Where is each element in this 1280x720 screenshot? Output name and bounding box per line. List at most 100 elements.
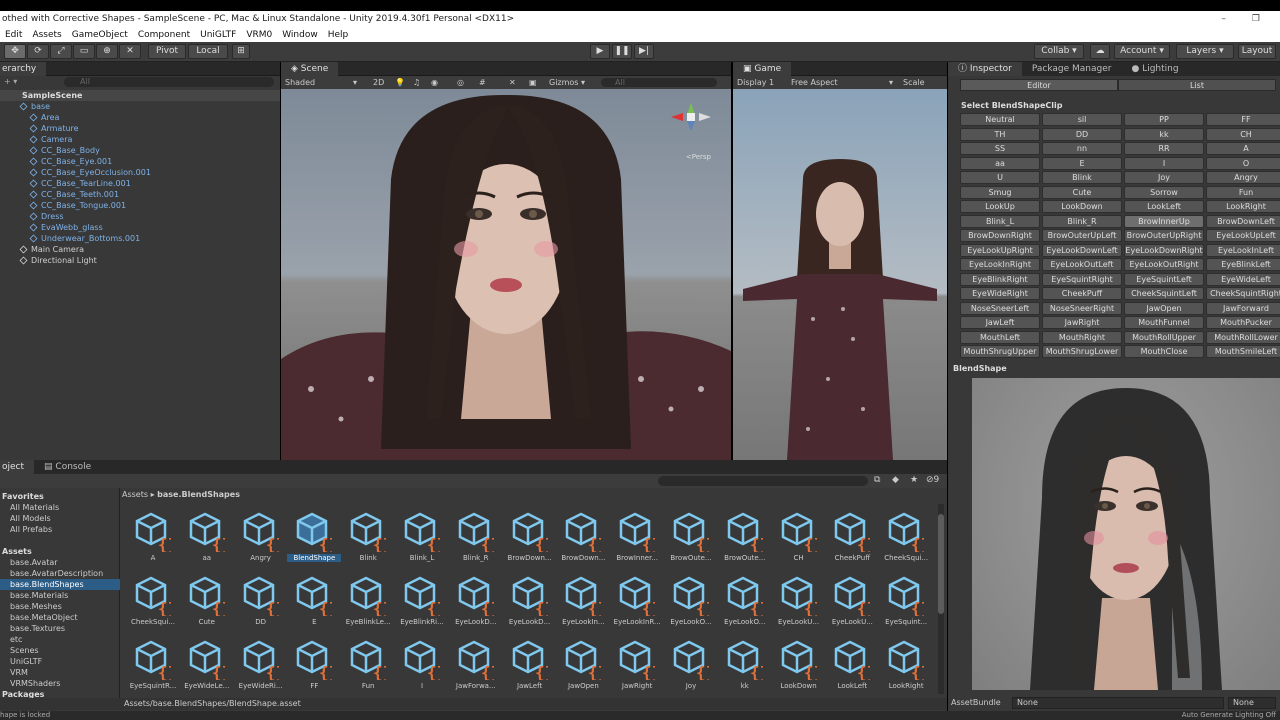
asset-item[interactable]: {} Blink_R — [449, 508, 503, 572]
asset-item[interactable]: {} JawRight — [610, 636, 664, 700]
layout-dropdown[interactable]: Layout — [1238, 44, 1276, 59]
restore-icon[interactable]: ❐ — [1252, 11, 1260, 28]
hierarchy-item[interactable]: Underwear_Bottoms.001 — [0, 233, 140, 244]
editor-mode-button[interactable]: Editor — [960, 79, 1118, 91]
asset-item[interactable]: {} EyeSquintR... — [126, 636, 180, 700]
folder-item[interactable]: base.AvatarDescription — [0, 568, 103, 579]
asset-item[interactable]: {} EyeWideRi... — [234, 636, 288, 700]
play-button[interactable]: ▶ — [590, 44, 610, 59]
blendshape-clip-button[interactable]: NoseSneerLeft — [960, 301, 1040, 315]
blendshape-clip-button[interactable]: MouthRollUpper — [1124, 330, 1204, 344]
asset-item[interactable]: {}FF — [287, 636, 341, 700]
collab-button[interactable]: Collab ▾ — [1034, 44, 1084, 59]
blendshape-clip-button[interactable]: Blink_R — [1042, 214, 1122, 228]
favorite-item[interactable]: All Models — [0, 513, 51, 524]
blendshape-clip-button[interactable]: Sorrow — [1124, 185, 1204, 199]
blendshape-clip-button[interactable]: BrowInnerUp — [1124, 214, 1204, 228]
blendshape-clip-button[interactable]: BrowDownLeft — [1206, 214, 1280, 228]
asset-item[interactable]: {} JawOpen — [556, 636, 610, 700]
menu-item-component[interactable]: Component — [133, 28, 195, 42]
aspect-dropdown[interactable]: Free Aspect — [791, 76, 838, 89]
asset-item[interactable]: {} BrowDown... — [556, 508, 610, 572]
blendshape-clip-button[interactable]: EyeLookOutRight — [1124, 258, 1204, 271]
asset-item[interactable]: {} CheekPuff — [825, 508, 879, 572]
asset-scrollbar[interactable] — [938, 504, 944, 694]
blendshape-clip-button[interactable]: EyeWideRight — [960, 287, 1040, 300]
shading-dropdown[interactable]: Shaded — [285, 76, 315, 89]
asset-item[interactable]: {} BrowOute... — [664, 508, 718, 572]
blendshape-clip-button[interactable]: EyeBlinkLeft — [1206, 258, 1280, 271]
asset-item[interactable]: {} Joy — [664, 636, 718, 700]
blendshape-clip-button[interactable]: MouthFunnel — [1124, 316, 1204, 329]
blendshape-clip-button[interactable]: LookDown — [1042, 200, 1122, 213]
blendshape-clip-button[interactable]: CheekSquintLeft — [1124, 287, 1204, 300]
tab-hierarchy[interactable]: erarchy — [0, 61, 47, 76]
minimize-icon[interactable]: – — [1221, 11, 1226, 28]
project-search-input[interactable] — [658, 476, 868, 486]
favorites-header[interactable]: Favorites — [0, 491, 44, 502]
folder-item[interactable]: base.BlendShapes — [0, 579, 120, 590]
menu-item-vrm0[interactable]: VRM0 — [241, 28, 277, 42]
folder-item[interactable]: base.MetaObject — [0, 612, 78, 623]
blendshape-clip-button[interactable]: EyeSquintLeft — [1124, 272, 1204, 286]
tab-lighting[interactable]: ● Lighting — [1121, 62, 1188, 76]
hierarchy-item[interactable]: CC_Base_Eye.001 — [0, 156, 112, 167]
menu-item-unigltf[interactable]: UniGLTF — [195, 28, 241, 42]
hierarchy-item[interactable]: CC_Base_Teeth.001 — [0, 189, 119, 200]
tools-icon[interactable]: ✕ — [509, 76, 516, 89]
blendshape-clip-button[interactable]: MouthShrugLower — [1042, 345, 1122, 358]
hierarchy-item[interactable]: EvaWebb_glass — [0, 222, 103, 233]
asset-item[interactable]: {} LookDown — [772, 636, 826, 700]
tab-package-manager[interactable]: Package Manager — [1022, 62, 1122, 76]
blendshape-clip-button[interactable]: NoseSneerRight — [1042, 301, 1122, 315]
tab-scene[interactable]: ◈ Scene — [281, 61, 339, 76]
blendshape-clip-button[interactable]: BrowOuterUpRight — [1124, 229, 1204, 242]
asset-item[interactable]: {} Blink — [341, 508, 395, 572]
asset-item[interactable]: {} CheekSqui... — [126, 572, 180, 636]
asset-item[interactable]: {} BlendShape — [287, 508, 342, 572]
asset-item[interactable]: {} JawLeft — [503, 636, 557, 700]
hierarchy-item[interactable]: base — [0, 101, 50, 112]
folder-item[interactable]: base.Avatar — [0, 557, 58, 568]
filter-label-icon[interactable]: ◆ — [892, 475, 899, 485]
assets-header[interactable]: Assets — [0, 546, 32, 557]
asset-item[interactable]: {} EyeBlinkLe... — [341, 572, 395, 636]
asset-item[interactable]: {}CH — [772, 508, 826, 572]
game-viewport[interactable] — [733, 89, 947, 460]
blendshape-clip-button[interactable]: DD — [1042, 127, 1122, 141]
blendshape-clip-button[interactable]: EyeLookDownLeft — [1042, 243, 1122, 257]
display-dropdown[interactable]: Display 1 — [737, 76, 774, 89]
folder-item[interactable]: UniGLTF — [0, 656, 42, 667]
lighting-icon[interactable]: 💡 — [395, 76, 405, 89]
blendshape-clip-button[interactable]: O — [1206, 156, 1280, 170]
blendshape-clip-button[interactable]: BrowDownRight — [960, 229, 1040, 242]
breadcrumb-root[interactable]: Assets — [122, 490, 148, 499]
scene-root[interactable]: SampleScene — [0, 90, 280, 101]
asset-item[interactable]: {} EyeBlinkRi... — [395, 572, 449, 636]
create-dropdown[interactable]: + ▾ — [4, 77, 17, 86]
blendshape-clip-button[interactable]: FF — [1206, 113, 1280, 126]
breadcrumb-current[interactable]: base.BlendShapes — [157, 490, 240, 499]
asset-item[interactable]: {} EyeSquint... — [879, 572, 933, 636]
blendshape-clip-button[interactable]: EyeLookUpLeft — [1206, 229, 1280, 242]
blendshape-clip-button[interactable]: Smug — [960, 185, 1040, 199]
cloud-icon[interactable]: ☁ — [1090, 44, 1110, 59]
folder-item[interactable]: VRMShaders — [0, 678, 60, 689]
scene-search-input[interactable]: All — [601, 78, 717, 87]
blendshape-clip-button[interactable]: TH — [960, 127, 1040, 141]
asset-bundle-variant-dropdown[interactable]: None — [1228, 697, 1276, 709]
asset-item[interactable]: {} EyeLookU... — [825, 572, 879, 636]
hierarchy-item[interactable]: CC_Base_Tongue.001 — [0, 200, 126, 211]
blendshape-clip-button[interactable]: CheekPuff — [1042, 287, 1122, 300]
folder-item[interactable]: base.Materials — [0, 590, 68, 601]
menu-item-assets[interactable]: Assets — [27, 28, 66, 42]
blendshape-clip-button[interactable]: MouthRight — [1042, 330, 1122, 344]
hierarchy-item[interactable]: Area — [0, 112, 59, 123]
hierarchy-item[interactable]: CC_Base_EyeOcclusion.001 — [0, 167, 151, 178]
asset-item[interactable]: {}DD — [234, 572, 288, 636]
hierarchy-item[interactable]: CC_Base_Body — [0, 145, 100, 156]
hierarchy-item[interactable]: Armature — [0, 123, 79, 134]
hierarchy-item[interactable]: Dress — [0, 211, 64, 222]
asset-item[interactable]: {} EyeLookU... — [772, 572, 826, 636]
tab-project[interactable]: oject — [0, 460, 35, 474]
